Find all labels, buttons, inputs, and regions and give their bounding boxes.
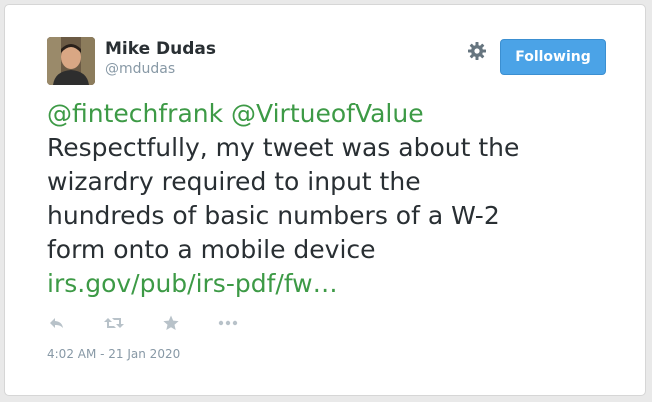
favorite-icon[interactable] <box>161 313 181 333</box>
author-handle[interactable]: @mdudas <box>105 61 175 77</box>
avatar[interactable] <box>47 37 95 85</box>
author-name[interactable]: Mike Dudas <box>105 39 216 59</box>
retweet-icon[interactable] <box>103 313 124 333</box>
mention-link[interactable]: @VirtueofValue <box>231 99 424 128</box>
tweet-card: Mike Dudas @mdudas Following @fintechfra… <box>4 4 646 396</box>
gear-icon[interactable] <box>467 41 487 61</box>
more-icon[interactable] <box>217 313 238 333</box>
reply-icon[interactable] <box>47 313 67 333</box>
tweet-text-line: hundreds of basic numbers of a W-2 <box>47 201 500 230</box>
url-link[interactable]: irs.gov/pub/irs-pdf/fw… <box>47 269 338 298</box>
mention-link[interactable]: @fintechfrank <box>47 99 223 128</box>
user-photo-icon <box>47 37 95 85</box>
tweet-text: @fintechfrank @VirtueofValue Respectfull… <box>47 97 627 301</box>
tweet-text-line: wizardry required to input the <box>47 167 421 196</box>
tweet-text-line: Respectfully, my tweet was about the <box>47 133 520 162</box>
timestamp[interactable]: 4:02 AM - 21 Jan 2020 <box>47 347 180 361</box>
tweet-text-line: form onto a mobile device <box>47 235 376 264</box>
following-button[interactable]: Following <box>500 39 606 75</box>
mentions-line: @fintechfrank @VirtueofValue <box>47 97 627 131</box>
